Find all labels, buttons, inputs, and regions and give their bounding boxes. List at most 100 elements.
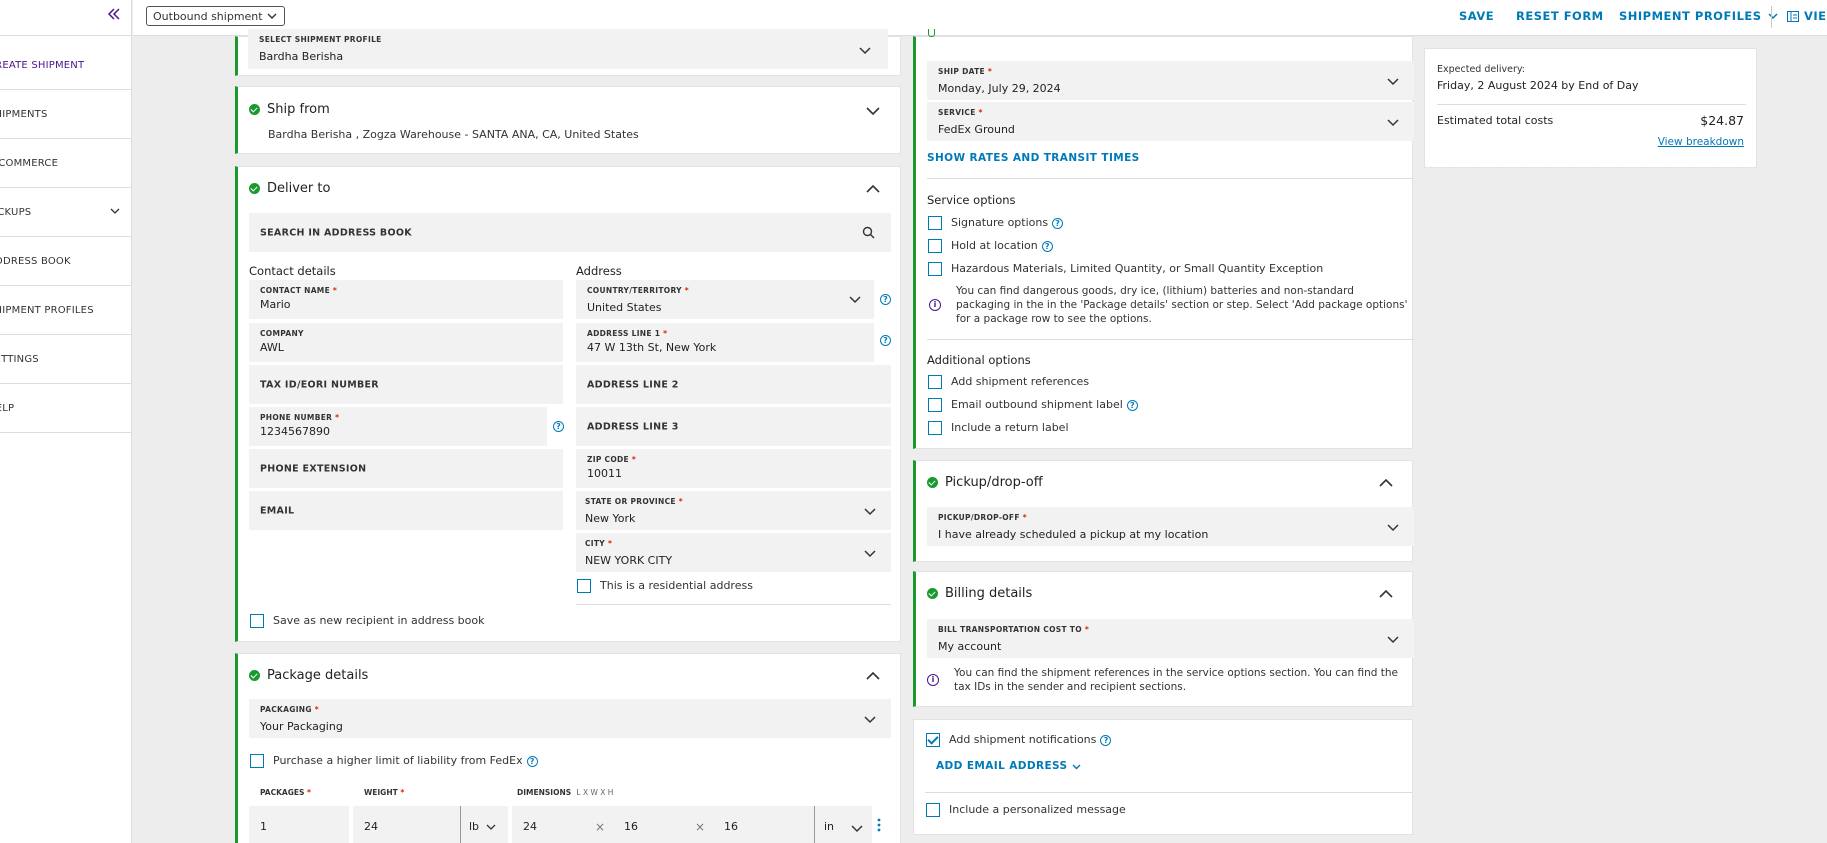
sidebar-item-label: ADDRESS BOOK	[0, 255, 71, 267]
address-help-icon[interactable]: ?	[880, 335, 891, 346]
hold-help-icon[interactable]: ?	[1041, 241, 1053, 252]
tax-id-field[interactable]: TAX ID/EORI NUMBER	[249, 365, 563, 404]
shipment-profile-select[interactable]: SELECT SHIPMENT PROFILE Bardha Berisha	[248, 29, 888, 69]
pickup-header: Pickup/drop-off	[927, 475, 1043, 490]
show-rates-link[interactable]: SHOW RATES AND TRANSIT TIMES	[927, 152, 1140, 164]
chevron-down-icon[interactable]	[865, 103, 881, 119]
email-label-label: Email outbound shipment label?	[951, 398, 1138, 411]
dimension-unit-select[interactable]: in	[814, 806, 872, 843]
signature-options-text: Signature options	[951, 216, 1049, 229]
additional-options-heading: Additional options	[927, 353, 1031, 367]
packages-count-input[interactable]: 1	[249, 806, 349, 843]
deliver-to-card: Deliver to SEARCH IN ADDRESS BOOK Contac…	[235, 166, 901, 642]
collapse-sidebar-icon[interactable]	[104, 6, 124, 26]
view-breakdown-link[interactable]: View breakdown	[1658, 136, 1744, 148]
bill-transportation-select[interactable]: BILL TRANSPORTATION COST TO * My account	[927, 619, 1414, 658]
return-label-checkbox[interactable]	[928, 421, 942, 435]
width-input[interactable]: 16 ×	[613, 806, 713, 843]
sidebar: CREATE SHIPMENT SHIPMENTS E-COMMERCE PIC…	[0, 0, 132, 843]
save-button[interactable]: SAVE	[1459, 9, 1494, 23]
save-recipient-label: Save as new recipient in address book	[273, 614, 485, 627]
field-value: United States	[587, 301, 662, 314]
field-label: CITY	[585, 539, 606, 548]
chevron-up-icon[interactable]	[1378, 586, 1394, 602]
phone-number-field[interactable]: PHONE NUMBER * 1234567890	[249, 407, 547, 446]
chevron-down-icon	[851, 825, 863, 833]
company-field[interactable]: COMPANY AWL	[249, 323, 563, 362]
address-line-2-field[interactable]: ADDRESS LINE 2	[576, 365, 891, 404]
dangerous-goods-info-text: You can find dangerous goods, dry ice, (…	[956, 285, 1408, 325]
hold-at-location-label: Hold at location?	[951, 239, 1053, 252]
field-label: SELECT SHIPMENT PROFILE	[259, 35, 382, 44]
country-help-icon[interactable]: ?	[880, 294, 891, 305]
address-line-1-field[interactable]: ADDRESS LINE 1 * 47 W 13th St, New York	[576, 323, 874, 362]
sidebar-item-address-book[interactable]: ADDRESS BOOK	[0, 237, 132, 286]
city-select[interactable]: CITY * NEW YORK CITY	[576, 533, 891, 572]
sidebar-item-label: SHIPMENTS	[0, 108, 48, 120]
service-select[interactable]: SERVICE * FedEx Ground	[927, 102, 1414, 141]
sidebar-item-settings[interactable]: SETTINGS	[0, 335, 132, 384]
divider	[927, 339, 1414, 340]
ship-date-select[interactable]: SHIP DATE * Monday, July 29, 2024	[927, 61, 1414, 100]
email-label-help-icon[interactable]: ?	[1126, 400, 1138, 411]
search-icon[interactable]	[862, 226, 875, 239]
higher-liability-checkbox[interactable]	[250, 754, 264, 768]
email-label-checkbox[interactable]	[928, 398, 942, 412]
sidebar-item-label: SHIPMENT PROFILES	[0, 304, 94, 316]
liability-help-icon[interactable]: ?	[526, 756, 538, 767]
signature-options-checkbox[interactable]	[928, 216, 942, 230]
expected-delivery-value: Friday, 2 August 2024 by End of Day	[1437, 79, 1639, 92]
ship-from-summary: Bardha Berisha , Zogza Warehouse - SANTA…	[268, 128, 639, 141]
height-input[interactable]: 16	[713, 806, 814, 843]
address-line-3-field[interactable]: ADDRESS LINE 3	[576, 407, 891, 446]
weight-unit-select[interactable]: lb	[460, 806, 508, 843]
weight-label: WEIGHT *	[364, 788, 405, 797]
chevron-up-icon[interactable]	[865, 181, 881, 197]
chevron-up-icon[interactable]	[865, 668, 881, 684]
email-placeholder: EMAIL	[260, 505, 295, 516]
weight-input[interactable]: 24	[353, 806, 460, 843]
hazmat-checkbox[interactable]	[928, 262, 942, 276]
personal-message-checkbox[interactable]	[926, 803, 940, 817]
zip-code-field[interactable]: ZIP CODE * 10011	[576, 449, 891, 488]
shipment-type-select[interactable]: Outbound shipment	[146, 6, 285, 26]
add-references-checkbox[interactable]	[928, 375, 942, 389]
reset-form-button[interactable]: RESET FORM	[1516, 9, 1604, 23]
sidebar-item-shipments[interactable]: SHIPMENTS	[0, 90, 132, 139]
hold-at-location-checkbox[interactable]	[928, 239, 942, 253]
shipment-profiles-menu[interactable]: SHIPMENT PROFILES	[1619, 9, 1779, 23]
email-field[interactable]: EMAIL	[249, 491, 563, 530]
pickup-title: Pickup/drop-off	[945, 475, 1043, 490]
signature-help-icon[interactable]: ?	[1052, 218, 1064, 229]
save-recipient-checkbox[interactable]	[250, 614, 264, 628]
pickup-card: Pickup/drop-off PICKUP/DROP-OFF * I have…	[913, 460, 1414, 562]
sidebar-item-pickups[interactable]: PICKUPS	[0, 188, 132, 237]
sidebar-item-e-commerce[interactable]: E-COMMERCE	[0, 139, 132, 188]
country-select[interactable]: COUNTRY/TERRITORY * United States	[576, 280, 874, 319]
sidebar-item-help[interactable]: HELP	[0, 384, 132, 433]
state-select[interactable]: STATE OR PROVINCE * New York	[576, 491, 891, 530]
residential-checkbox[interactable]	[577, 579, 591, 593]
sidebar-item-create-shipment[interactable]: CREATE SHIPMENT	[0, 41, 132, 90]
address-book-search-input[interactable]: SEARCH IN ADDRESS BOOK	[249, 213, 891, 252]
view-icon	[1787, 10, 1799, 22]
field-value: 10011	[587, 467, 622, 480]
phone-extension-field[interactable]: PHONE EXTENSION	[249, 449, 563, 488]
packaging-select[interactable]: PACKAGING * Your Packaging	[249, 699, 891, 738]
service-options-heading: Service options	[927, 193, 1016, 207]
view-button[interactable]: VIE	[1787, 9, 1827, 23]
add-notifications-checkbox[interactable]	[926, 733, 940, 747]
phone-help-icon[interactable]: ?	[553, 421, 564, 432]
contact-name-field[interactable]: CONTACT NAME * Mario	[249, 280, 563, 319]
field-label: CONTACT NAME	[260, 286, 330, 295]
length-input[interactable]: 24 ×	[512, 806, 613, 843]
check-circle-icon	[249, 104, 260, 115]
chevron-down-icon	[1387, 78, 1399, 86]
add-email-address-link[interactable]: ADD EMAIL ADDRESS	[936, 760, 1082, 772]
more-options-icon[interactable]	[875, 817, 883, 833]
pickup-select[interactable]: PICKUP/DROP-OFF * I have already schedul…	[927, 507, 1414, 546]
notifications-help-icon[interactable]: ?	[1100, 735, 1112, 746]
sidebar-item-shipment-profiles[interactable]: SHIPMENT PROFILES	[0, 286, 132, 335]
status-indicator	[928, 29, 935, 37]
chevron-up-icon[interactable]	[1378, 475, 1394, 491]
